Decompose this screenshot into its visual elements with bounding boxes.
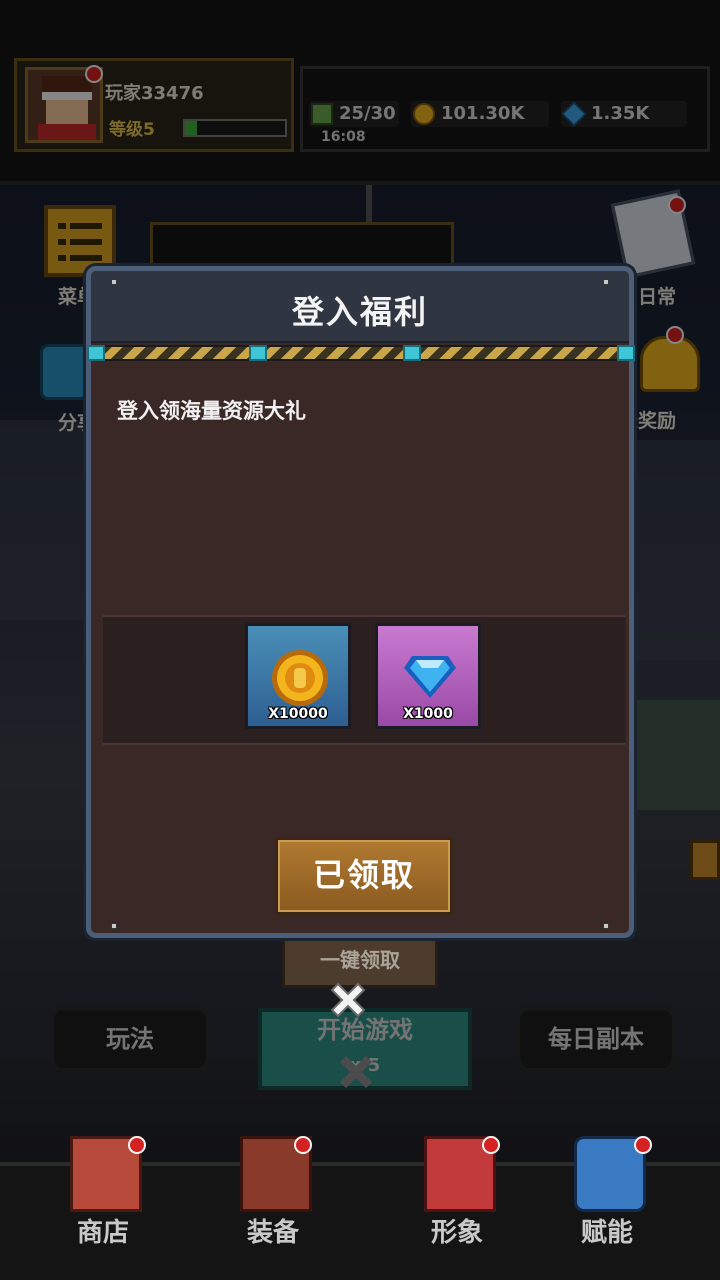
login-reward-dialog: 登入福利 登入领海量资源大礼 X10000 X1000 已领取 <box>86 266 635 938</box>
rivet <box>111 923 117 929</box>
nav-label-empower: 赋能 <box>580 1218 633 1248</box>
claim-all-label: 一键领取 <box>320 948 400 972</box>
reward-list: X10000 X1000 <box>103 615 625 745</box>
dialog-header: 登入福利 <box>91 271 629 343</box>
notification-badge <box>128 1136 146 1154</box>
bottom-navigation: 商店 装备 形象 赋能 <box>0 1136 720 1280</box>
dialog-description: 登入领海量资源大礼 <box>117 399 306 423</box>
blue-gem-icon <box>404 656 456 698</box>
reward-item-gems[interactable]: X1000 <box>375 623 481 729</box>
close-icon[interactable] <box>324 976 372 1024</box>
notification-badge <box>294 1136 312 1154</box>
nav-label-appearance: 形象 <box>430 1218 483 1248</box>
divider-stud <box>87 345 105 361</box>
reward-item-coins[interactable]: X10000 <box>245 623 351 729</box>
reward-quantity: X1000 <box>403 706 453 722</box>
nav-item-empower[interactable]: 赋能 <box>532 1136 682 1280</box>
reward-quantity: X10000 <box>268 706 328 722</box>
nav-item-equipment[interactable]: 装备 <box>198 1136 348 1280</box>
claimed-button[interactable]: 已领取 <box>275 837 453 915</box>
nav-item-shop[interactable]: 商店 <box>28 1136 178 1280</box>
rivet <box>111 279 117 285</box>
notification-badge <box>634 1136 652 1154</box>
notification-badge <box>482 1136 500 1154</box>
rivet <box>603 923 609 929</box>
divider-stud <box>403 345 421 361</box>
nav-label-equipment: 装备 <box>246 1218 299 1248</box>
divider-stud <box>617 345 635 361</box>
gold-coin-icon <box>272 650 328 706</box>
hazard-stripe-divider <box>89 345 633 361</box>
nav-item-appearance[interactable]: 形象 <box>382 1136 532 1280</box>
rivet <box>603 279 609 285</box>
divider-stud <box>249 345 267 361</box>
dialog-title: 登入福利 <box>291 293 428 331</box>
nav-label-shop: 商店 <box>76 1218 129 1248</box>
